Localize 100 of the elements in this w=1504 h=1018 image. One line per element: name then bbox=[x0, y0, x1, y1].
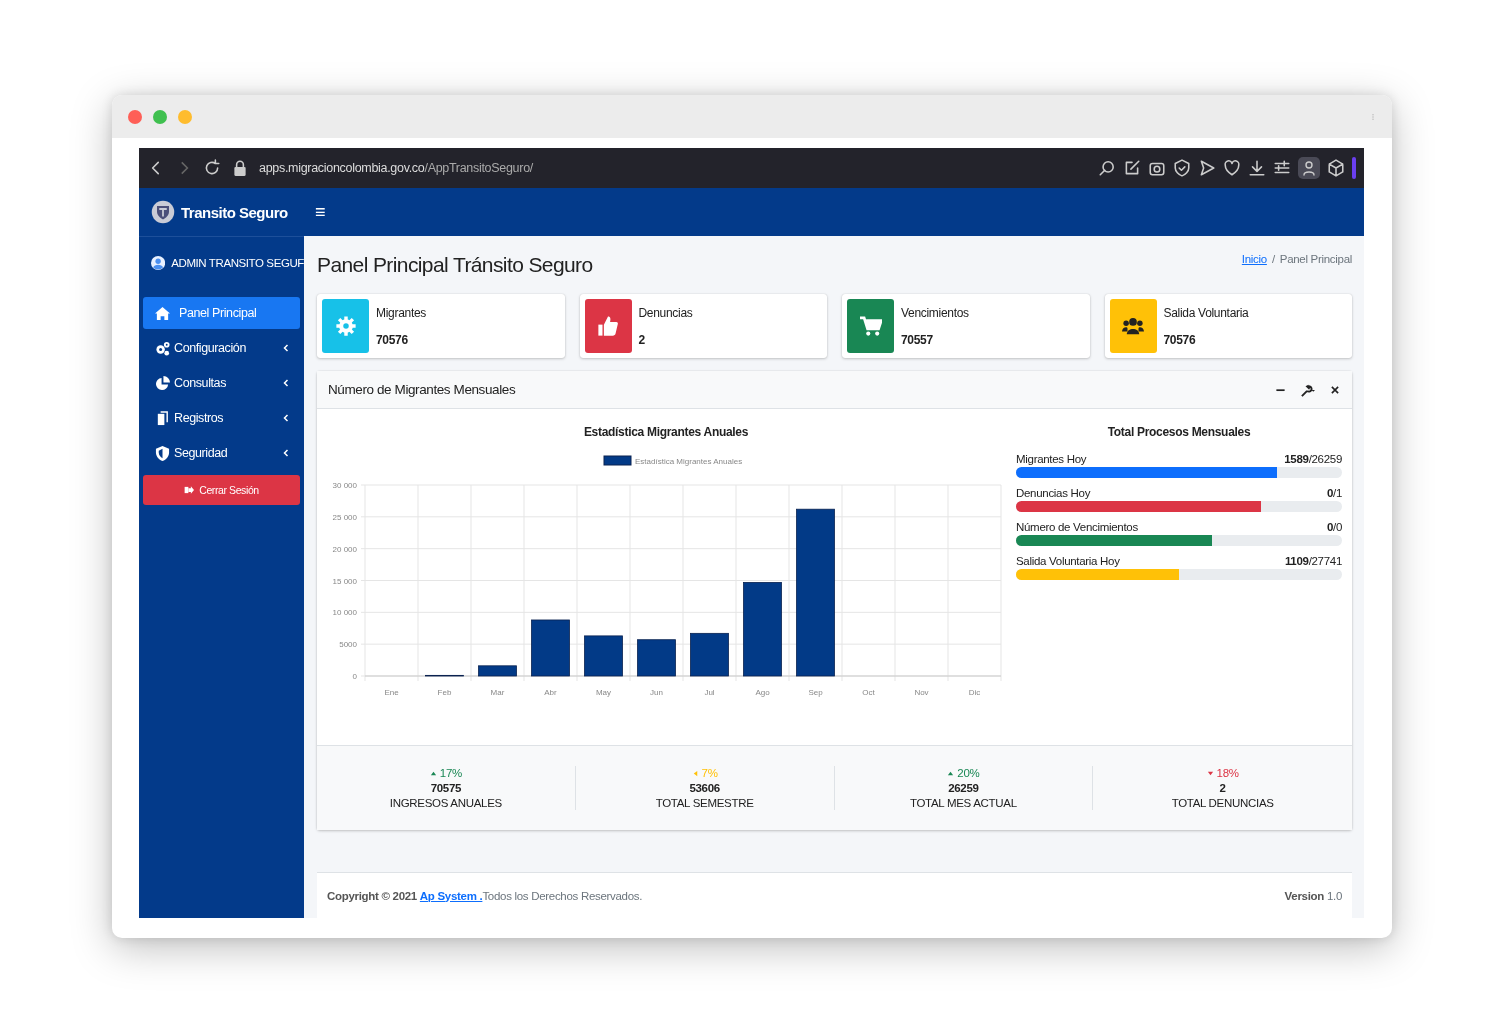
lock-icon bbox=[231, 159, 249, 177]
info-value: 70576 bbox=[1163, 333, 1197, 347]
y-tick-label: 25 000 bbox=[332, 512, 357, 522]
breadcrumb-link[interactable]: Inicio bbox=[1241, 253, 1267, 265]
sidebar-item[interactable]: Seguridad bbox=[143, 437, 300, 469]
address-bar[interactable]: apps.migracioncolombia.gov.co/AppTransitoSeguro/ bbox=[259, 161, 533, 175]
caret-down-icon bbox=[1206, 769, 1214, 777]
x-tick-label: Dic bbox=[968, 688, 981, 697]
search-icon[interactable] bbox=[1098, 159, 1116, 177]
y-tick-label: 30 000 bbox=[332, 481, 357, 490]
send-icon[interactable] bbox=[1198, 159, 1216, 177]
download-icon[interactable] bbox=[1248, 159, 1266, 177]
shield-icon[interactable] bbox=[1173, 159, 1191, 177]
home-icon bbox=[155, 305, 170, 321]
caret-up-icon bbox=[947, 769, 955, 777]
caret-left-icon bbox=[691, 769, 699, 777]
reload-icon[interactable] bbox=[203, 159, 221, 177]
x-tick-label: Jul bbox=[704, 688, 715, 697]
breadcrumb-current: Panel Principal bbox=[1279, 253, 1352, 265]
chart-legend: Estadística Migrantes Anuales bbox=[603, 455, 743, 466]
bar bbox=[690, 632, 729, 677]
stat-label: TOTAL MES ACTUAL bbox=[909, 797, 1017, 809]
stat-percent: 18% bbox=[1216, 767, 1239, 779]
sidebar-item[interactable]: Configuración bbox=[143, 332, 300, 364]
gear-icon bbox=[334, 315, 357, 337]
stat-percent: 17% bbox=[439, 767, 462, 779]
progress-reading: 0/0 bbox=[1326, 521, 1342, 533]
x-tick-label: Mar bbox=[490, 688, 505, 697]
x-tick-label: Sep bbox=[808, 688, 823, 697]
info-value: 2 bbox=[638, 333, 646, 347]
close-icon[interactable] bbox=[1330, 384, 1340, 395]
caret-up-icon bbox=[429, 769, 437, 777]
x-tick-label: Oct bbox=[862, 688, 875, 697]
y-tick-label: 0 bbox=[352, 672, 357, 681]
stat-percent: 7% bbox=[701, 767, 718, 779]
user-name[interactable]: ADMIN TRANSITO SEGUF bbox=[171, 257, 304, 269]
stat-value: 70575 bbox=[430, 782, 462, 794]
stat-label: TOTAL DENUNCIAS bbox=[1171, 797, 1274, 809]
card-title: Número de Migrantes Mensuales bbox=[328, 382, 517, 397]
pie-chart-icon bbox=[155, 375, 170, 391]
x-tick-label: Abr bbox=[544, 688, 557, 697]
documents-icon bbox=[155, 410, 170, 426]
sign-out-icon bbox=[184, 485, 195, 495]
sidebar-item[interactable]: Consultas bbox=[143, 367, 300, 399]
info-label: Migrantes bbox=[376, 306, 426, 320]
bar bbox=[531, 619, 570, 677]
bar bbox=[637, 639, 676, 677]
progress-reading: 1109/27741 bbox=[1284, 555, 1342, 567]
bar bbox=[478, 665, 517, 677]
profile-icon[interactable] bbox=[1298, 157, 1320, 179]
users-icon bbox=[1122, 315, 1144, 337]
stat-label: INGRESOS ANUALES bbox=[389, 797, 502, 809]
progress-reading: 0/1 bbox=[1326, 487, 1342, 499]
edit-icon[interactable] bbox=[1123, 159, 1141, 177]
info-label: Vencimientos bbox=[901, 306, 969, 320]
stat-percent: 20% bbox=[957, 767, 980, 779]
x-tick-label: Feb bbox=[437, 688, 452, 697]
window-control-icon[interactable] bbox=[128, 109, 142, 124]
copyright-text: Copyright © 2021 Ap System .Todos los Derechos Reservados. bbox=[327, 889, 643, 902]
info-label: Denuncias bbox=[638, 306, 693, 320]
bar bbox=[425, 674, 464, 677]
progress-label: Salida Voluntaria Hoy bbox=[1016, 555, 1120, 567]
y-tick-label: 10 000 bbox=[332, 608, 357, 618]
menu-toggle[interactable]: ≡ bbox=[309, 200, 332, 224]
x-tick-label: Ago bbox=[755, 688, 770, 697]
info-label: Salida Voluntaria bbox=[1163, 306, 1249, 320]
company-link[interactable]: Ap System . bbox=[419, 889, 483, 902]
chart-title: Estadística Migrantes Anuales bbox=[583, 425, 749, 439]
info-value: 70557 bbox=[901, 333, 934, 347]
thumbs-up-icon bbox=[597, 315, 619, 337]
y-tick-label: 5000 bbox=[339, 640, 357, 650]
progress-label: Denuncias Hoy bbox=[1016, 487, 1091, 499]
progress-label: Número de Vencimientos bbox=[1016, 521, 1138, 533]
heart-icon[interactable] bbox=[1223, 159, 1241, 177]
stat-value: 2 bbox=[1219, 782, 1226, 794]
logout-button[interactable]: Cerrar Sesión bbox=[143, 475, 300, 505]
y-tick-label: 15 000 bbox=[332, 576, 357, 586]
stat-value: 53606 bbox=[689, 782, 720, 794]
progress-label: Migrantes Hoy bbox=[1016, 453, 1087, 465]
shield-icon bbox=[155, 445, 170, 461]
x-tick-label: Nov bbox=[914, 688, 929, 697]
sidebar-item[interactable]: Registros bbox=[143, 402, 300, 434]
stat-value: 26259 bbox=[948, 782, 979, 794]
info-value: 70576 bbox=[376, 333, 409, 347]
sidebar-item[interactable]: Panel Principal bbox=[143, 297, 300, 329]
cart-icon bbox=[859, 315, 882, 337]
shield-logo-icon bbox=[151, 200, 175, 224]
wrench-icon[interactable] bbox=[1298, 382, 1318, 397]
progress-reading: 1589/26259 bbox=[1284, 453, 1342, 465]
brand-name[interactable]: Transito Seguro bbox=[181, 203, 288, 221]
x-tick-label: Jun bbox=[650, 688, 663, 697]
breadcrumb-separator: / bbox=[1271, 253, 1275, 265]
cube-icon[interactable] bbox=[1327, 159, 1345, 177]
x-tick-label: Ene bbox=[384, 688, 399, 697]
sidebar-indicator bbox=[1352, 157, 1356, 179]
legend-label: Estadística Migrantes Anuales bbox=[635, 457, 743, 466]
gears-icon bbox=[155, 340, 170, 356]
y-tick-label: 20 000 bbox=[332, 544, 357, 554]
section-title: Total Procesos Mensuales bbox=[1107, 425, 1251, 439]
stat-label: TOTAL SEMESTRE bbox=[655, 797, 754, 809]
